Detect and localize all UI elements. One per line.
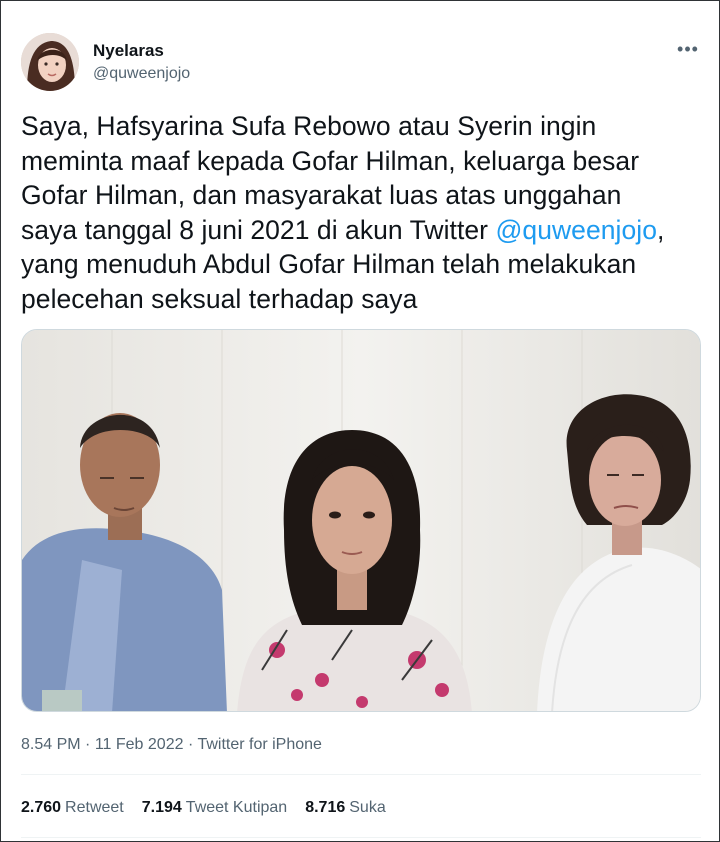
separator-dot: · [85, 736, 95, 753]
like-stat[interactable]: 8.716 Suka [305, 797, 386, 819]
quote-count: 7.194 [141, 799, 182, 816]
retweet-label: Retweet [65, 799, 124, 816]
tweet-media-photo[interactable] [21, 329, 701, 712]
display-name[interactable]: Nyelaras [93, 41, 190, 61]
retweet-count: 2.760 [21, 799, 62, 816]
tweet-card: Nyelaras @quweenjojo ••• Saya, Hafsyarin… [0, 0, 720, 842]
tweet-line: Saya, Hafsyarina Sufa Rebowo atau Syerin… [21, 111, 597, 141]
divider [21, 774, 701, 775]
divider [21, 837, 701, 838]
tweet-header: Nyelaras @quweenjojo ••• [21, 33, 701, 93]
avatar[interactable] [21, 33, 79, 91]
tweet-time[interactable]: 8.54 PM [21, 736, 81, 753]
tweet-line: Gofar Hilman, dan masyarakat luas atas u… [21, 180, 622, 210]
tweet-line-punct: , [657, 214, 665, 245]
tweet-source[interactable]: Twitter for iPhone [197, 736, 322, 753]
tweet-stats: 2.760 Retweet 7.194 Tweet Kutipan 8.716 Suk… [21, 797, 386, 819]
retweet-stat[interactable]: 2.760 Retweet [21, 797, 124, 819]
quote-stat[interactable]: 7.194 Tweet Kutipan [142, 797, 287, 819]
author-names: Nyelaras @quweenjojo [93, 41, 190, 85]
more-horizontal-icon[interactable]: ••• [675, 39, 701, 63]
tweet-line: pelecehan seksual terhadap saya [21, 283, 418, 314]
tweet-timestamp[interactable]: 8.54 PM · 11 Feb 2022 · Twitter for iPho… [21, 735, 322, 755]
tweet-text: Saya, Hafsyarina Sufa Rebowo atau Syerin… [21, 109, 711, 316]
tweet-date[interactable]: 11 Feb 2022 [95, 736, 184, 753]
like-label: Suka [349, 799, 386, 816]
tweet-line: yang menuduh Abdul Gofar Hilman telah me… [21, 249, 637, 279]
tweet-line: meminta maaf kepada Gofar Hilman, keluar… [21, 145, 640, 176]
author-handle[interactable]: @quweenjojo [93, 63, 190, 85]
tweet-line-text: saya tanggal 8 juni 2021 di akun Twitter [21, 214, 496, 245]
mention-link[interactable]: @quweenjojo [495, 215, 657, 245]
tweet-line: saya tanggal 8 juni 2021 di akun Twitter… [21, 213, 711, 248]
separator-dot: · [187, 736, 198, 753]
like-count: 8.716 [305, 799, 346, 816]
quote-label: Tweet Kutipan [185, 799, 288, 816]
